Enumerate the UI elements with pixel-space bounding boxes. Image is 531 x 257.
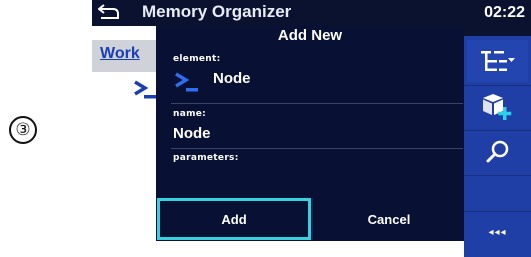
right-toolbar: ◂◂◂ — [464, 36, 531, 257]
more-options-icon: ◂◂◂ — [488, 226, 507, 238]
name-field[interactable]: Node — [173, 125, 211, 142]
add-object-icon — [482, 94, 511, 120]
tree-structure-button[interactable] — [467, 40, 528, 82]
element-label: element: — [173, 54, 221, 64]
add-button[interactable]: Add — [157, 198, 311, 240]
cancel-button[interactable]: Cancel — [314, 198, 464, 240]
button-divider — [312, 198, 313, 240]
device-screen: Memory Organizer 02:22 Work ◂◂◂ Add New … — [92, 0, 531, 257]
parameters-label: parameters: — [173, 153, 239, 163]
search-button[interactable] — [467, 131, 528, 173]
step-marker: ③ — [9, 116, 37, 144]
search-icon — [486, 140, 508, 163]
tab-work[interactable]: Work — [100, 45, 140, 63]
top-bar: Memory Organizer — [92, 0, 464, 26]
node-prompt-icon[interactable] — [174, 70, 200, 92]
tree-structure-icon — [480, 51, 515, 71]
app-title: Memory Organizer — [142, 2, 292, 21]
toolbar-separator — [464, 175, 531, 176]
more-options-button[interactable]: ◂◂◂ — [467, 212, 528, 252]
dialog-title: Add New — [277, 27, 343, 44]
field-divider — [171, 103, 463, 104]
background-node-icon — [134, 80, 156, 99]
back-arrow-icon[interactable] — [98, 3, 120, 21]
field-divider — [171, 148, 463, 149]
parameters-field[interactable] — [171, 163, 463, 193]
name-label: name: — [173, 109, 207, 119]
element-value[interactable]: Node — [213, 70, 251, 87]
add-new-dialog: Add New element: Node name: Node paramet… — [156, 26, 464, 241]
clock-area: 02:22 — [464, 0, 531, 36]
clock: 02:22 — [484, 4, 525, 21]
add-object-button[interactable] — [467, 86, 528, 128]
